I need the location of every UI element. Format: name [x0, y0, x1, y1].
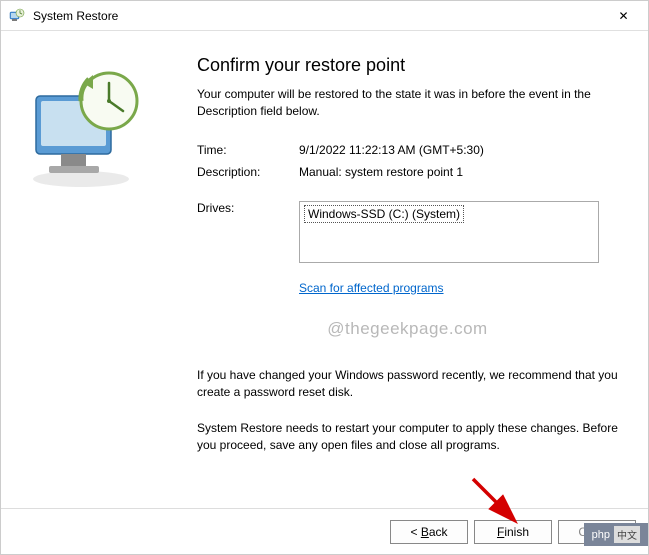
restart-note: System Restore needs to restart your com…: [197, 420, 618, 455]
time-label: Time:: [197, 143, 299, 157]
close-icon: ✕: [618, 9, 628, 23]
footer-buttons: < Back Finish Cancel: [1, 508, 648, 554]
main-panel: Confirm your restore point Your computer…: [181, 31, 648, 509]
drive-item[interactable]: Windows-SSD (C:) (System): [304, 205, 464, 223]
finish-button[interactable]: Finish: [474, 520, 552, 544]
scan-affected-link[interactable]: Scan for affected programs: [299, 281, 444, 295]
back-button[interactable]: < Back: [390, 520, 468, 544]
page-heading: Confirm your restore point: [197, 55, 618, 76]
description-row: Description: Manual: system restore poin…: [197, 165, 618, 179]
password-note: If you have changed your Windows passwor…: [197, 367, 618, 402]
window-title: System Restore: [33, 9, 601, 23]
time-row: Time: 9/1/2022 11:22:13 AM (GMT+5:30): [197, 143, 618, 157]
php-sub: 中文: [614, 526, 640, 543]
description-label: Description:: [197, 165, 299, 179]
restore-illustration: [21, 61, 151, 191]
sidebar: [1, 31, 181, 509]
time-value: 9/1/2022 11:22:13 AM (GMT+5:30): [299, 143, 618, 157]
php-watermark-badge: php 中文: [584, 523, 648, 546]
drives-row: Drives: Windows-SSD (C:) (System): [197, 201, 618, 273]
drives-listbox[interactable]: Windows-SSD (C:) (System): [299, 201, 599, 263]
drives-label: Drives:: [197, 201, 299, 215]
system-restore-icon: [9, 8, 25, 24]
watermark-text: @thegeekpage.com: [197, 319, 618, 339]
php-text: php: [592, 529, 610, 541]
titlebar: System Restore ✕: [1, 1, 648, 31]
close-button[interactable]: ✕: [601, 2, 646, 30]
intro-text: Your computer will be restored to the st…: [197, 86, 618, 121]
description-value: Manual: system restore point 1: [299, 165, 618, 179]
content-area: Confirm your restore point Your computer…: [1, 31, 648, 509]
